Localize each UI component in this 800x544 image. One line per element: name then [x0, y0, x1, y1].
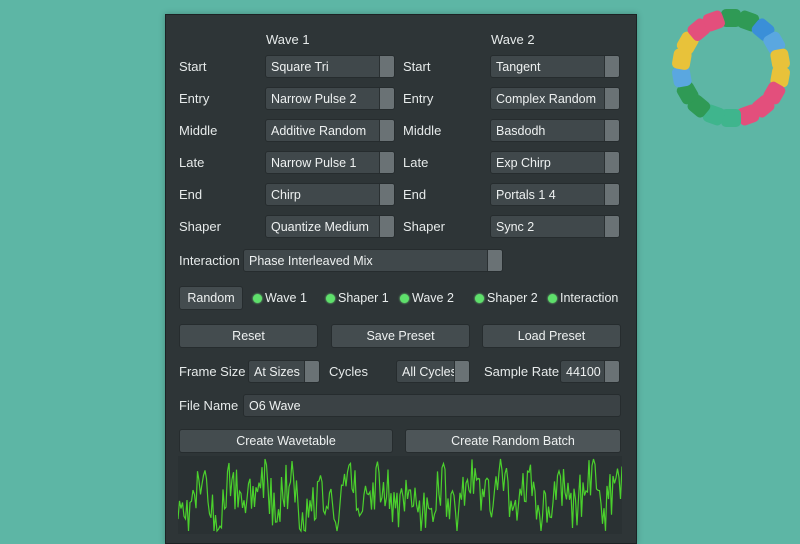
logo-tiles — [671, 9, 791, 127]
toggle-indicator — [326, 293, 335, 303]
toggle-shaper2[interactable]: Shaper 2 — [475, 289, 538, 307]
dropdown-scrollbar[interactable] — [604, 184, 619, 205]
wave2-end-value: Portals 1 4 — [496, 188, 556, 202]
waveform-display — [178, 456, 622, 534]
wave1-entry-select[interactable]: Narrow Pulse 2 — [265, 87, 395, 110]
wave2-shaper-select[interactable]: Sync 2 — [490, 215, 620, 238]
wave1-late-select[interactable]: Narrow Pulse 1 — [265, 151, 395, 174]
create-random-batch-button[interactable]: Create Random Batch — [405, 429, 621, 453]
wave2-header: Wave 2 — [491, 32, 535, 47]
toggle-label: Wave 2 — [412, 291, 454, 305]
wave1-middle-value: Additive Random — [271, 124, 367, 138]
wave1-end-value: Chirp — [271, 188, 301, 202]
wave1-shaper-value: Quantize Medium — [271, 220, 369, 234]
toggle-interaction[interactable]: Interaction — [548, 289, 618, 307]
wave2-start-label: Start — [403, 59, 431, 74]
app-logo — [671, 9, 791, 127]
dropdown-scrollbar[interactable] — [604, 88, 619, 109]
wave1-entry-value: Narrow Pulse 2 — [271, 92, 357, 106]
dropdown-scrollbar[interactable] — [379, 152, 394, 173]
dropdown-scrollbar[interactable] — [487, 250, 502, 271]
toggle-indicator — [475, 293, 484, 303]
dropdown-scrollbar[interactable] — [379, 216, 394, 237]
wave1-shaper-select[interactable]: Quantize Medium — [265, 215, 395, 238]
file-name-input[interactable]: O6 Wave — [243, 394, 621, 417]
dropdown-scrollbar[interactable] — [304, 361, 319, 382]
dropdown-scrollbar[interactable] — [379, 88, 394, 109]
sample-rate-value: 44100 — [566, 365, 601, 379]
file-name-value: O6 Wave — [249, 399, 301, 413]
wave1-end-label: End — [179, 187, 203, 202]
wave2-middle-select[interactable]: Basdodh — [490, 119, 620, 142]
wave2-start-select[interactable]: Tangent — [490, 55, 620, 78]
wave2-late-label: Late — [403, 155, 429, 170]
toggle-indicator — [400, 293, 409, 303]
wave2-late-select[interactable]: Exp Chirp — [490, 151, 620, 174]
frame-size-label: Frame Size — [179, 364, 246, 379]
wave2-middle-value: Basdodh — [496, 124, 546, 138]
dropdown-scrollbar[interactable] — [379, 184, 394, 205]
load-preset-button[interactable]: Load Preset — [482, 324, 621, 348]
interaction-select[interactable]: Phase Interleaved Mix — [243, 249, 503, 272]
wave2-entry-label: Entry — [403, 91, 434, 106]
dropdown-scrollbar[interactable] — [379, 56, 394, 77]
cycles-select[interactable]: All Cycles — [396, 360, 470, 383]
wave2-end-select[interactable]: Portals 1 4 — [490, 183, 620, 206]
dropdown-scrollbar[interactable] — [604, 56, 619, 77]
interaction-label: Interaction — [179, 253, 240, 268]
wave1-start-select[interactable]: Square Tri — [265, 55, 395, 78]
dropdown-scrollbar[interactable] — [604, 361, 619, 382]
cycles-label: Cycles — [329, 364, 369, 379]
dropdown-scrollbar[interactable] — [454, 361, 469, 382]
sample-rate-select[interactable]: 44100 — [560, 360, 620, 383]
interaction-value: Phase Interleaved Mix — [249, 254, 373, 268]
toggle-indicator — [253, 293, 262, 303]
toggle-label: Shaper 1 — [338, 291, 389, 305]
save-preset-button[interactable]: Save Preset — [331, 324, 470, 348]
cycles-value: All Cycles — [402, 365, 457, 379]
toggle-label: Interaction — [560, 291, 619, 305]
dropdown-scrollbar[interactable] — [604, 216, 619, 237]
file-name-label: File Name — [179, 398, 239, 413]
reset-button[interactable]: Reset — [179, 324, 318, 348]
wave1-end-select[interactable]: Chirp — [265, 183, 395, 206]
wave1-late-label: Late — [179, 155, 205, 170]
toggle-label: Wave 1 — [265, 291, 307, 305]
wave1-header: Wave 1 — [266, 32, 310, 47]
wave2-middle-label: Middle — [403, 123, 442, 138]
random-button[interactable]: Random — [179, 286, 243, 310]
sample-rate-label: Sample Rate — [484, 364, 560, 379]
create-wavetable-button[interactable]: Create Wavetable — [179, 429, 393, 453]
wave2-entry-value: Complex Random — [496, 92, 597, 106]
toggle-label: Shaper 2 — [487, 291, 538, 305]
toggle-wave1[interactable]: Wave 1 — [253, 289, 307, 307]
wave1-start-value: Square Tri — [271, 60, 329, 74]
toggle-indicator — [548, 293, 557, 303]
wave2-end-label: End — [403, 187, 427, 202]
wave2-entry-select[interactable]: Complex Random — [490, 87, 620, 110]
toggle-wave2[interactable]: Wave 2 — [400, 289, 454, 307]
frame-size-value: At Sizes — [254, 365, 300, 379]
wave1-middle-select[interactable]: Additive Random — [265, 119, 395, 142]
frame-size-select[interactable]: At Sizes — [248, 360, 320, 383]
dropdown-scrollbar[interactable] — [379, 120, 394, 141]
wave1-entry-label: Entry — [179, 91, 210, 106]
dropdown-scrollbar[interactable] — [604, 120, 619, 141]
wave1-middle-label: Middle — [179, 123, 218, 138]
toggle-shaper1[interactable]: Shaper 1 — [326, 289, 389, 307]
dropdown-scrollbar[interactable] — [604, 152, 619, 173]
wave2-late-value: Exp Chirp — [496, 156, 551, 170]
wave1-start-label: Start — [179, 59, 207, 74]
wave2-shaper-label: Shaper — [403, 219, 445, 234]
wave2-start-value: Tangent — [496, 60, 541, 74]
wave2-shaper-value: Sync 2 — [496, 220, 535, 234]
wave1-shaper-label: Shaper — [179, 219, 221, 234]
wave1-late-value: Narrow Pulse 1 — [271, 156, 357, 170]
